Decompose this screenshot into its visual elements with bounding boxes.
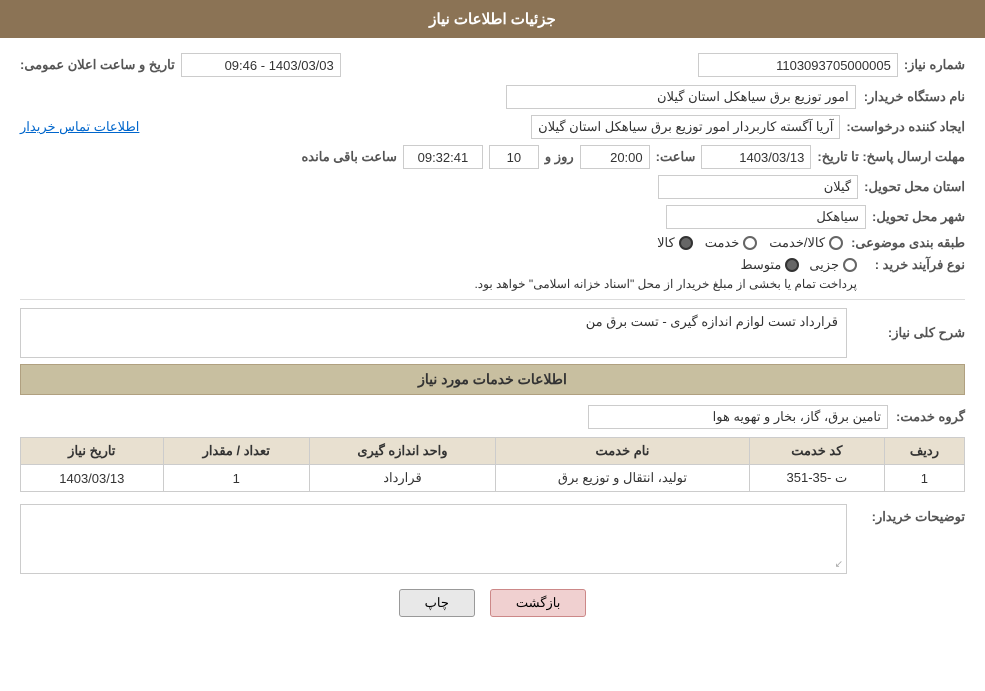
buyer-desc-label: توضیحات خریدار: bbox=[855, 504, 965, 525]
col-unit: واحد اندازه گیری bbox=[309, 438, 495, 465]
services-table: ردیف کد خدمت نام خدمت واحد اندازه گیری ت… bbox=[20, 437, 965, 492]
response-time-label: ساعت: bbox=[656, 149, 696, 165]
print-button[interactable]: چاپ bbox=[399, 589, 475, 617]
buyer-desc-value[interactable]: ↙ bbox=[20, 504, 847, 574]
radio-jozii-icon bbox=[843, 258, 857, 272]
need-number-label: شماره نیاز: bbox=[904, 57, 965, 73]
col-quantity: تعداد / مقدار bbox=[163, 438, 309, 465]
buyer-org-label: نام دستگاه خریدار: bbox=[864, 89, 965, 105]
need-description-value[interactable]: قرارداد تست لوازم اندازه گیری - تست برق … bbox=[20, 308, 847, 358]
response-deadline-label: مهلت ارسال پاسخ: تا تاریخ: bbox=[817, 149, 965, 165]
table-row: 1 ت -35-351 تولید، انتقال و توزیع برق قر… bbox=[21, 465, 965, 492]
need-description-label: شرح کلی نیاز: bbox=[855, 325, 965, 341]
category-option-kala[interactable]: کالا bbox=[657, 235, 693, 251]
radio-motavasset-icon bbox=[785, 258, 799, 272]
col-row-num: ردیف bbox=[884, 438, 964, 465]
process-type-label: نوع فرآیند خرید : bbox=[865, 257, 965, 273]
services-section-header: اطلاعات خدمات مورد نیاز bbox=[20, 364, 965, 395]
col-service-code: کد خدمت bbox=[749, 438, 884, 465]
category-label: طبقه بندی موضوعی: bbox=[851, 235, 965, 251]
radio-kala-khedmat-icon bbox=[829, 236, 843, 250]
cell-service-code: ت -35-351 bbox=[749, 465, 884, 492]
category-kala-khedmat-label: کالا/خدمت bbox=[769, 235, 825, 251]
cell-date: 1403/03/13 bbox=[21, 465, 164, 492]
contact-link[interactable]: اطلاعات تماس خریدار bbox=[20, 119, 139, 135]
radio-kala-icon bbox=[679, 236, 693, 250]
requester-label: ایجاد کننده درخواست: bbox=[846, 119, 965, 135]
process-option-jozii[interactable]: جزیی bbox=[809, 257, 857, 273]
category-radio-group: کالا/خدمت خدمت کالا bbox=[657, 235, 843, 251]
page-header: جزئیات اطلاعات نیاز bbox=[0, 0, 985, 38]
col-service-name: نام خدمت bbox=[496, 438, 750, 465]
radio-khedmat-icon bbox=[743, 236, 757, 250]
requester-value: آریا آگسته کاربردار امور توزیع برق سیاهک… bbox=[531, 115, 840, 139]
cell-unit: قرارداد bbox=[309, 465, 495, 492]
province-value: گیلان bbox=[658, 175, 858, 199]
back-button[interactable]: بازگشت bbox=[490, 589, 586, 617]
buyer-org-value: امور توزیع برق سیاهکل استان گیلان bbox=[506, 85, 856, 109]
buttons-row: بازگشت چاپ bbox=[20, 589, 965, 617]
process-motavasset-label: متوسط bbox=[740, 257, 781, 273]
category-option-khedmat[interactable]: خدمت bbox=[705, 235, 758, 251]
category-option-kala-khedmat[interactable]: کالا/خدمت bbox=[769, 235, 843, 251]
col-date: تاریخ نیاز bbox=[21, 438, 164, 465]
cell-service-name: تولید، انتقال و توزیع برق bbox=[496, 465, 750, 492]
date-announce-value: 1403/03/03 - 09:46 bbox=[181, 53, 341, 77]
days-value: 10 bbox=[489, 145, 539, 169]
process-jozii-label: جزیی bbox=[809, 257, 839, 273]
response-date-value: 1403/03/13 bbox=[701, 145, 811, 169]
service-group-value: تامین برق، گاز، بخار و تهویه هوا bbox=[588, 405, 888, 429]
process-note: پرداخت تمام یا بخشی از مبلغ خریدار از مح… bbox=[20, 277, 857, 291]
province-label: استان محل تحویل: bbox=[864, 179, 965, 195]
city-label: شهر محل تحویل: bbox=[872, 209, 965, 225]
days-label: روز و bbox=[545, 149, 574, 165]
remaining-label: ساعت باقی مانده bbox=[302, 149, 397, 165]
cell-quantity: 1 bbox=[163, 465, 309, 492]
category-kala-label: کالا bbox=[657, 235, 675, 251]
response-time-value: 20:00 bbox=[580, 145, 650, 169]
date-announce-label: تاریخ و ساعت اعلان عمومی: bbox=[20, 57, 175, 73]
page-title: جزئیات اطلاعات نیاز bbox=[429, 11, 556, 28]
category-khedmat-label: خدمت bbox=[705, 235, 740, 251]
need-number-value: 1103093705000005 bbox=[698, 53, 898, 77]
service-group-label: گروه خدمت: bbox=[896, 409, 965, 425]
city-value: سیاهکل bbox=[666, 205, 866, 229]
cell-row-num: 1 bbox=[884, 465, 964, 492]
process-option-motavasset[interactable]: متوسط bbox=[740, 257, 799, 273]
remaining-time: 09:32:41 bbox=[403, 145, 483, 169]
